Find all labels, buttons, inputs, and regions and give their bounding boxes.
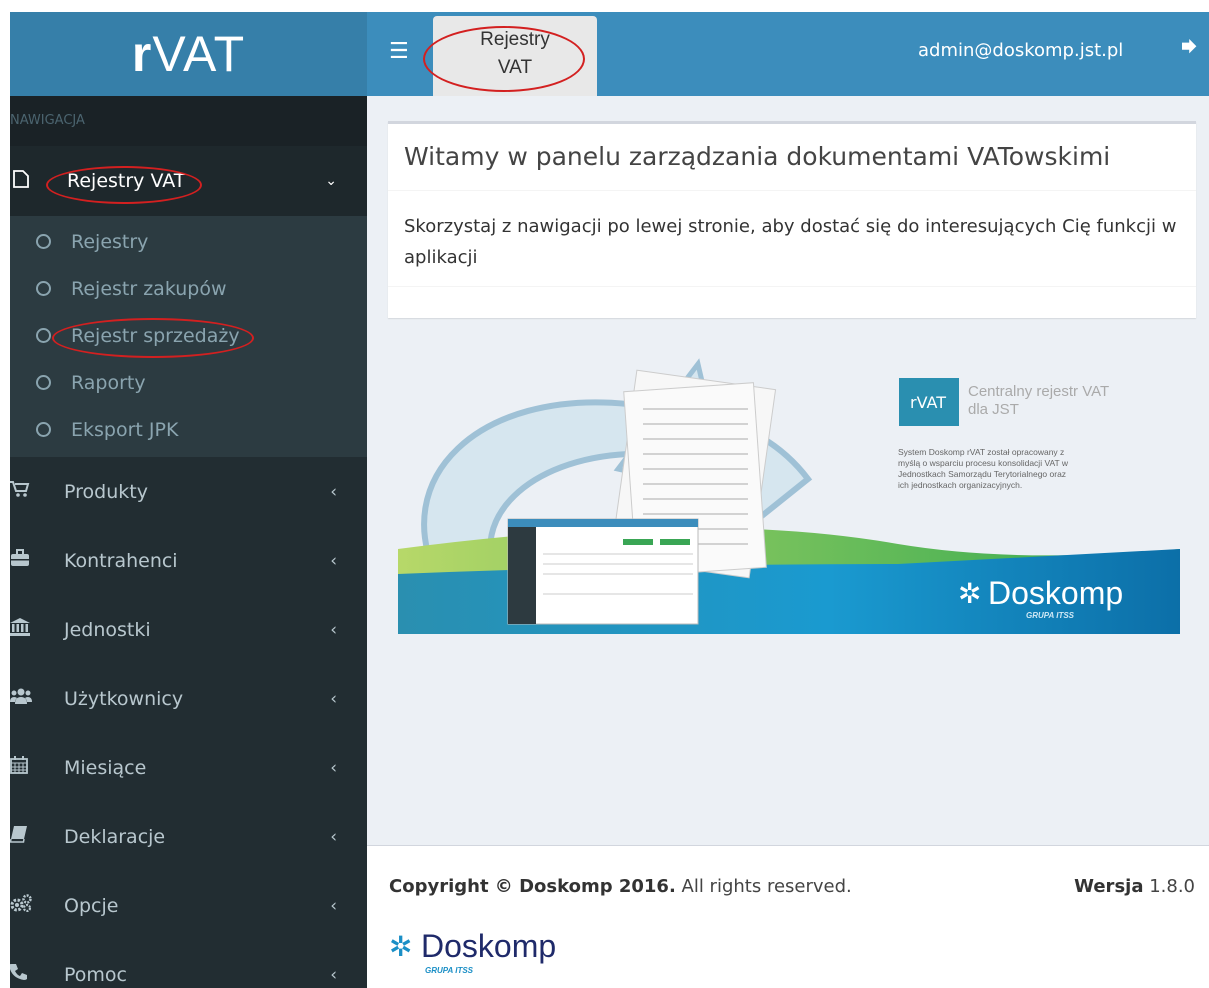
circle-icon <box>36 234 51 249</box>
sidebar-item-miesiace[interactable]: Miesiące ‹ <box>10 733 367 802</box>
sidebar-item-label: Kontrahenci <box>64 549 178 572</box>
copyright-bold: Copyright © Doskomp 2016. <box>389 876 676 897</box>
sidebar-item-label: Użytkownicy <box>64 687 184 710</box>
chevron-left-icon: ‹ <box>330 826 337 847</box>
chevron-left-icon: ‹ <box>330 481 337 502</box>
footer: Copyright © Doskomp 2016. All rights res… <box>367 845 1209 988</box>
logo-text: rVAT <box>131 26 246 82</box>
submenu-item-eksport-jpk[interactable]: Eksport JPK <box>10 406 367 453</box>
submenu-item-rejestr-zakupow[interactable]: Rejestr zakupów <box>10 265 367 312</box>
book-icon <box>10 825 36 848</box>
sidebar-item-label: Produkty <box>64 480 148 503</box>
app-logo[interactable]: rVAT <box>10 12 367 96</box>
chevron-left-icon: ‹ <box>330 619 337 640</box>
banner-tagline-line2: dla JST <box>968 401 1019 418</box>
submenu-item-rejestry[interactable]: Rejestry <box>10 218 367 265</box>
banner-logo-label: rVAT <box>910 393 946 412</box>
cart-icon <box>10 480 36 503</box>
sidebar-item-label: Rejestry VAT <box>67 170 186 192</box>
version-text: Wersja 1.8.0 <box>1074 876 1195 897</box>
banner-description-line: ich jednostkach organizacyjnych. <box>898 480 1023 490</box>
submenu-item-label: Rejestr sprzedaży <box>71 324 240 347</box>
banner-description-line: myślą o wsparciu procesu konsolidacji VA… <box>898 458 1069 468</box>
sidebar-item-label: Jednostki <box>64 618 151 641</box>
snowflake-icon: ✲ <box>389 930 413 963</box>
submenu-item-label: Rejestry <box>71 230 149 253</box>
chevron-left-icon: ‹ <box>330 895 337 916</box>
sidebar-item-opcje[interactable]: Opcje ‹ <box>10 871 367 940</box>
chevron-left-icon: ‹ <box>330 757 337 778</box>
sidebar-item-produkty[interactable]: Produkty ‹ <box>10 457 367 526</box>
users-icon <box>10 687 36 710</box>
welcome-box: Witamy w panelu zarządzania dokumentami … <box>388 121 1196 318</box>
welcome-body: Skorzystaj z nawigacji po lewej stronie,… <box>388 191 1196 287</box>
briefcase-icon <box>10 549 36 572</box>
submenu-rejestry-vat: Rejestry Rejestr zakupów Rejestr sprzeda… <box>10 216 367 457</box>
calendar-icon <box>10 756 36 779</box>
chevron-down-icon: ⌄ <box>325 173 337 189</box>
circle-icon <box>36 375 51 390</box>
institution-icon <box>10 618 36 641</box>
tab-rejestry-vat[interactable]: Rejestry VAT <box>423 16 597 96</box>
sidebar-item-deklaracje[interactable]: Deklaracje ‹ <box>10 802 367 871</box>
copyright-text: Copyright © Doskomp 2016. All rights res… <box>389 876 852 897</box>
submenu-item-label: Raporty <box>71 371 146 394</box>
main-content: Witamy w panelu zarządzania dokumentami … <box>367 96 1209 845</box>
circle-icon <box>36 328 51 343</box>
version-label: Wersja <box>1074 876 1144 897</box>
chevron-left-icon: ‹ <box>330 550 337 571</box>
hamburger-menu-icon[interactable]: ☰ <box>389 39 409 64</box>
banner-brand-sub: GRUPA ITSS <box>1026 611 1075 620</box>
banner-snowflake-icon: ✲ <box>958 577 982 610</box>
sidebar-item-label: Pomoc <box>64 963 127 986</box>
banner-description: System Doskomp rVAT został opracowany z … <box>898 447 1138 491</box>
submenu-item-label: Eksport JPK <box>71 418 179 441</box>
sidebar: NAWIGACJA Rejestry VAT ⌄ Rejestry Rejest… <box>10 96 367 988</box>
highlight-ellipse <box>423 26 585 92</box>
sign-out-icon[interactable] <box>1181 39 1199 60</box>
submenu-item-raporty[interactable]: Raporty <box>10 359 367 406</box>
sidebar-item-uzytkownicy[interactable]: Użytkownicy ‹ <box>10 664 367 733</box>
sidebar-item-kontrahenci[interactable]: Kontrahenci ‹ <box>10 526 367 595</box>
banner-description-line: Jednostkach Samorządu Terytorialnego ora… <box>898 469 1067 479</box>
sidebar-item-label: Opcje <box>64 894 119 917</box>
phone-icon <box>10 963 36 986</box>
sidebar-section-header: NAWIGACJA <box>10 96 367 146</box>
chevron-left-icon: ‹ <box>330 688 337 709</box>
top-header: ☰ Rejestry VAT admin@doskomp.jst.pl <box>367 12 1209 96</box>
circle-icon <box>36 281 51 296</box>
footer-logo-sub: GRUPA ITSS <box>425 966 474 975</box>
submenu-item-label: Rejestr zakupów <box>71 277 227 300</box>
sidebar-item-jednostki[interactable]: Jednostki ‹ <box>10 595 367 664</box>
sidebar-item-rejestry-vat[interactable]: Rejestry VAT ⌄ <box>10 146 367 216</box>
copyright-rest: All rights reserved. <box>675 876 852 897</box>
top-strip <box>0 0 1209 12</box>
banner-brand: Doskomp <box>988 575 1124 611</box>
sidebar-item-label: Miesiące <box>64 756 147 779</box>
circle-icon <box>36 422 51 437</box>
promo-banner: rVAT Centralny rejestr VAT dla JST Syste… <box>398 349 1180 636</box>
footer-logo-brand: Doskomp <box>421 928 557 964</box>
sidebar-item-label: Deklaracje <box>64 825 166 848</box>
user-email[interactable]: admin@doskomp.jst.pl <box>918 40 1123 61</box>
banner-description-line: System Doskomp rVAT został opracowany z <box>898 447 1065 457</box>
version-value: 1.8.0 <box>1143 876 1195 897</box>
document-icon <box>13 169 39 193</box>
sidebar-item-pomoc[interactable]: Pomoc ‹ <box>10 940 367 988</box>
submenu-item-rejestr-sprzedazy[interactable]: Rejestr sprzedaży <box>10 312 367 359</box>
welcome-title: Witamy w panelu zarządzania dokumentami … <box>388 124 1196 191</box>
cogs-icon <box>10 894 36 917</box>
banner-tagline-line1: Centralny rejestr VAT <box>968 383 1110 400</box>
chevron-left-icon: ‹ <box>330 964 337 985</box>
